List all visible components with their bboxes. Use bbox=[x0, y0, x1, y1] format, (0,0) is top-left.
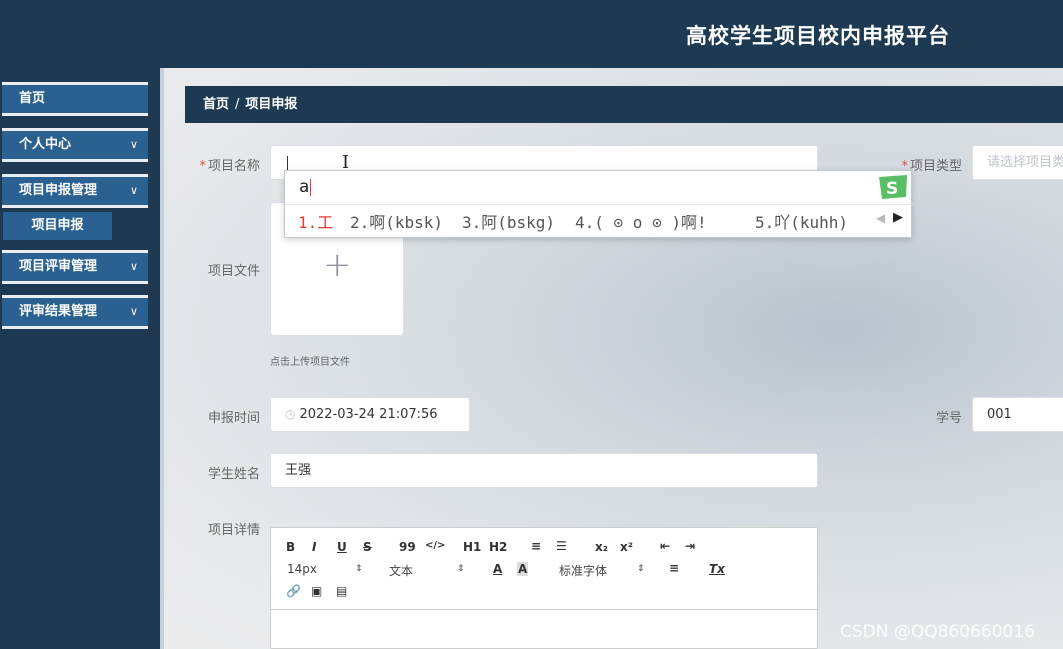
video-icon[interactable]: ▤ bbox=[336, 584, 347, 598]
chevron-down-icon: ∨ bbox=[129, 305, 138, 318]
apply-time-label: 申报时间 bbox=[207, 411, 260, 426]
rich-text-editor: B I U S 99 </> H1 H2 ≡ ☰ x₂ x² ⇤ ⇥ 14px ⇕… bbox=[270, 527, 819, 649]
sidebar-item-personal-center[interactable]: 个人中心 ∨ bbox=[2, 128, 148, 162]
sidebar-item-project-review-manage[interactable]: 项目评审管理 ∨ bbox=[2, 250, 148, 284]
breadcrumb-home[interactable]: 首页 bbox=[203, 97, 229, 112]
breadcrumb-current: 项目申报 bbox=[245, 97, 298, 112]
clear-format-button[interactable]: Tx bbox=[709, 562, 725, 576]
superscript-button[interactable]: x² bbox=[620, 540, 633, 554]
ime-candidate[interactable]: 4.( ⊙ o ⊙ )啊! bbox=[575, 209, 707, 233]
sidebar-item-project-apply-manage[interactable]: 项目申报管理 ∨ bbox=[2, 174, 148, 208]
top-header: 高校学生项目校内申报平台 bbox=[0, 0, 1063, 68]
chevron-down-icon: ∨ bbox=[129, 260, 138, 273]
student-name-value: 王强 bbox=[285, 463, 312, 478]
header1-button[interactable]: H1 bbox=[463, 540, 481, 554]
image-icon[interactable]: ▣ bbox=[311, 584, 322, 598]
project-type-select[interactable]: 请选择项目类 bbox=[972, 145, 1063, 180]
sidebar-item-label: 项目申报管理 bbox=[19, 183, 98, 198]
ime-divider bbox=[285, 204, 913, 205]
breadcrumb: 首页 / 项目申报 bbox=[185, 86, 1063, 123]
chevron-down-icon: ∨ bbox=[129, 138, 138, 151]
plus-icon: + bbox=[323, 245, 352, 285]
sidebar-item-review-result-manage[interactable]: 评审结果管理 ∨ bbox=[2, 295, 148, 329]
sidebar-item-label: 评审结果管理 bbox=[19, 304, 98, 319]
ime-candidate[interactable]: 3.阿(bskg) bbox=[462, 209, 555, 233]
project-type-placeholder: 请选择项目类 bbox=[987, 155, 1063, 170]
updown-icon: ⇕ bbox=[355, 564, 363, 574]
ime-composition-text: a bbox=[299, 177, 310, 197]
sidebar-item-label: 项目评审管理 bbox=[19, 259, 98, 274]
upload-tip: 点击上传项目文件 bbox=[270, 357, 350, 368]
student-no-label: 学号 bbox=[935, 411, 962, 426]
updown-icon: ⇕ bbox=[637, 564, 645, 574]
bold-button[interactable]: B bbox=[286, 540, 295, 554]
student-no-value: 001 bbox=[987, 407, 1012, 422]
clock-icon: ◷ bbox=[285, 407, 296, 421]
updown-icon: ⇕ bbox=[457, 564, 465, 574]
text-type-select[interactable]: 文本 ⇕ bbox=[389, 562, 469, 579]
apply-time-value: 2022-03-24 21:07:56 bbox=[299, 407, 438, 422]
main-content: 首页 / 项目申报 * 项目名称 * 项目类型 请选择项目类 项目文件 + 点击上传项目… bbox=[164, 68, 1063, 649]
required-mark: * bbox=[199, 159, 206, 174]
link-icon[interactable]: 🔗 bbox=[286, 584, 301, 598]
project-detail-label: 项目详情 bbox=[207, 523, 260, 538]
ime-caret bbox=[310, 178, 312, 196]
svg-text:S: S bbox=[886, 179, 898, 199]
app-title: 高校学生项目校内申报平台 bbox=[686, 24, 950, 48]
font-size-select[interactable]: 14px ⇕ bbox=[287, 562, 367, 576]
text-caret bbox=[287, 155, 288, 170]
strike-button[interactable]: S bbox=[363, 540, 372, 554]
bullet-list-button[interactable]: ☰ bbox=[556, 539, 567, 553]
student-name-label: 学生姓名 bbox=[207, 467, 260, 482]
ime-next-page-icon[interactable]: ▶ bbox=[893, 210, 903, 225]
breadcrumb-separator: / bbox=[235, 97, 240, 112]
ime-candidate-window: a S 1.工 2.啊(kbsk) 3.阿(bskg) 4.( ⊙ o ⊙ )啊… bbox=[284, 170, 913, 238]
student-no-input[interactable]: 001 bbox=[972, 397, 1063, 432]
text-type-value: 文本 bbox=[389, 564, 414, 578]
underline-button[interactable]: U bbox=[337, 540, 347, 554]
project-file-label: 项目文件 bbox=[207, 264, 260, 279]
project-name-label: * 项目名称 bbox=[194, 155, 260, 174]
editor-toolbar: B I U S 99 </> H1 H2 ≡ ☰ x₂ x² ⇤ ⇥ 14px ⇕… bbox=[271, 528, 819, 610]
subscript-button[interactable]: x₂ bbox=[595, 540, 608, 554]
ime-candidate[interactable]: 5.吖(kuhh) bbox=[755, 209, 848, 233]
sidebar: 首页 个人中心 ∨ 项目申报管理 ∨ 项目申报 项目评审管理 ∨ 评审结果管理 … bbox=[0, 68, 160, 649]
csdn-watermark: CSDN @QQ860660016 bbox=[840, 622, 1035, 642]
font-family-value: 标准字体 bbox=[559, 564, 608, 578]
sidebar-item-label: 个人中心 bbox=[19, 137, 72, 152]
chevron-down-icon: ∨ bbox=[129, 184, 138, 197]
sidebar-item-home[interactable]: 首页 bbox=[2, 82, 148, 116]
apply-time-input[interactable]: ◷ 2022-03-24 21:07:56 bbox=[270, 397, 470, 432]
header2-button[interactable]: H2 bbox=[489, 540, 507, 554]
outdent-button[interactable]: ⇤ bbox=[660, 539, 670, 553]
project-type-label-text: 项目类型 bbox=[909, 159, 962, 174]
background-color-button[interactable]: A bbox=[517, 562, 529, 576]
code-block-button[interactable]: </> bbox=[425, 540, 445, 551]
ime-composition: a bbox=[299, 177, 312, 197]
align-button[interactable]: ≡ bbox=[669, 561, 679, 575]
ordered-list-button[interactable]: ≡ bbox=[531, 539, 541, 553]
student-name-input[interactable]: 王强 bbox=[270, 453, 818, 488]
blockquote-button[interactable]: 99 bbox=[399, 540, 416, 554]
project-name-label-text: 项目名称 bbox=[207, 159, 260, 174]
ime-candidate[interactable]: 2.啊(kbsk) bbox=[350, 209, 443, 233]
ime-candidate[interactable]: 1.工 bbox=[298, 209, 333, 233]
sidebar-item-label: 首页 bbox=[19, 91, 46, 106]
font-family-select[interactable]: 标准字体 ⇕ bbox=[559, 562, 645, 579]
font-color-button[interactable]: A bbox=[493, 562, 502, 576]
sogou-logo-icon: S bbox=[879, 175, 907, 199]
sidebar-subitem-project-apply[interactable]: 项目申报 bbox=[3, 212, 112, 240]
font-size-value: 14px bbox=[287, 562, 317, 576]
indent-button[interactable]: ⇥ bbox=[685, 539, 695, 553]
ime-prev-page-icon[interactable]: ◀ bbox=[876, 211, 885, 225]
italic-button[interactable]: I bbox=[312, 540, 316, 554]
